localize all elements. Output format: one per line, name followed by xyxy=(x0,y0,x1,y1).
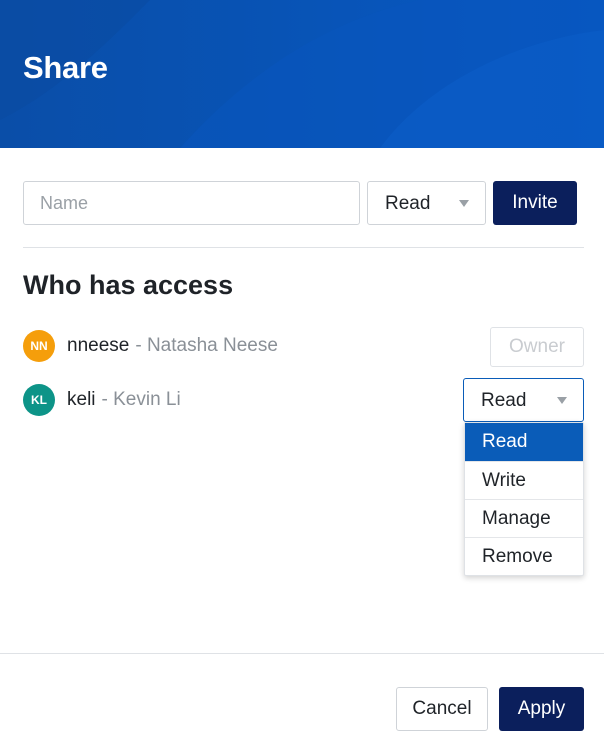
caret-down-icon xyxy=(459,200,469,207)
caret-down-icon xyxy=(557,397,567,404)
avatar: NN xyxy=(23,330,55,362)
cancel-button[interactable]: Cancel xyxy=(396,687,488,731)
footer-divider xyxy=(0,653,604,654)
dropdown-option-write[interactable]: Write xyxy=(465,461,583,499)
user-fullname: - Natasha Neese xyxy=(135,335,278,356)
dropdown-option-manage[interactable]: Manage xyxy=(465,499,583,537)
avatar: KL xyxy=(23,384,55,416)
user-row-keli: KL keli - Kevin Li Read xyxy=(23,378,584,422)
user-row-nneese: NN nneese - Natasha Neese Owner xyxy=(23,324,584,368)
name-input[interactable] xyxy=(23,181,360,225)
invite-permission-value: Read xyxy=(385,193,431,214)
dialog-header: Share xyxy=(0,0,604,148)
user-label: nneese - Natasha Neese xyxy=(67,335,278,357)
username: keli xyxy=(67,389,96,410)
dropdown-option-read[interactable]: Read xyxy=(465,423,583,461)
invite-button[interactable]: Invite xyxy=(493,181,577,225)
user-fullname: - Kevin Li xyxy=(101,389,181,410)
user-permission-select[interactable]: Read xyxy=(463,378,584,422)
owner-badge: Owner xyxy=(490,327,584,367)
divider xyxy=(23,247,584,248)
permission-dropdown-menu: Read Write Manage Remove xyxy=(464,422,584,576)
who-has-access-heading: Who has access xyxy=(23,270,234,300)
dialog-title: Share xyxy=(23,50,108,85)
username: nneese xyxy=(67,335,130,356)
user-label: keli - Kevin Li xyxy=(67,389,181,411)
invite-permission-select[interactable]: Read xyxy=(367,181,486,225)
user-permission-value: Read xyxy=(481,390,527,411)
dropdown-option-remove[interactable]: Remove xyxy=(465,537,583,575)
apply-button[interactable]: Apply xyxy=(499,687,584,731)
